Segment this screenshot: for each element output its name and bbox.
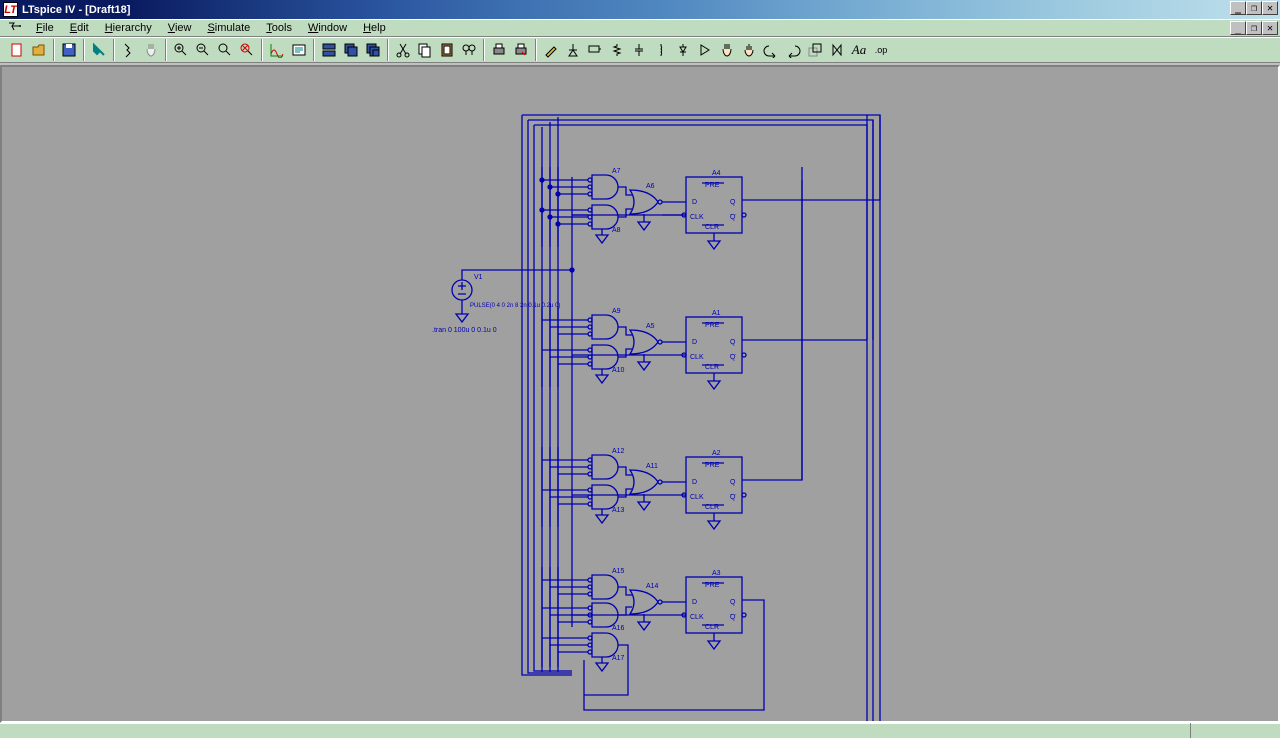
tb-op[interactable]: .op	[870, 39, 892, 61]
svg-text:A16: A16	[612, 625, 625, 632]
tb-drag[interactable]	[738, 39, 760, 61]
titlebar: LT LTspice IV - [Draft18] _ ❐ ✕	[0, 0, 1280, 19]
app-icon: LT	[3, 2, 18, 17]
svg-text:A12: A12	[612, 448, 625, 455]
tb-log[interactable]	[288, 39, 310, 61]
restore-button[interactable]: ❐	[1246, 1, 1262, 15]
tb-redo[interactable]	[782, 39, 804, 61]
menu-edit[interactable]: Edit	[64, 21, 99, 35]
tb-new[interactable]	[6, 39, 28, 61]
tb-waveform[interactable]	[266, 39, 288, 61]
tb-label[interactable]	[584, 39, 606, 61]
svg-text:Q: Q	[730, 614, 736, 621]
tb-zoom-out[interactable]	[192, 39, 214, 61]
svg-text:A7: A7	[612, 168, 621, 175]
tb-zoom-in[interactable]	[170, 39, 192, 61]
menu-file[interactable]: File	[30, 21, 64, 35]
tb-inductor[interactable]	[650, 39, 672, 61]
tb-run[interactable]	[118, 39, 140, 61]
svg-text:A4: A4	[712, 170, 721, 177]
tb-zoom-area[interactable]	[236, 39, 258, 61]
tb-ground[interactable]	[562, 39, 584, 61]
svg-text:Q: Q	[730, 599, 736, 606]
svg-text:CLK: CLK	[690, 354, 704, 361]
svg-text:A5: A5	[646, 323, 655, 330]
svg-text:CLK: CLK	[690, 214, 704, 221]
window-controls: _ ❐ ✕	[1230, 1, 1278, 15]
tb-cut[interactable]	[392, 39, 414, 61]
svg-text:A11: A11	[646, 463, 658, 470]
svg-text:A9: A9	[612, 308, 621, 315]
svg-text:A13: A13	[612, 507, 625, 514]
window-title: LTspice IV - [Draft18]	[22, 4, 130, 16]
mdi-close-button[interactable]: ✕	[1262, 21, 1278, 35]
statusbar	[0, 723, 1280, 738]
svg-text:A10: A10	[612, 367, 625, 374]
mdi-controls: _ ❐ ✕	[1230, 21, 1278, 35]
voltage-source[interactable]: V1 PULSE(0 4 0 2n 8 2n 0.1u 0.2u 0)	[452, 274, 560, 309]
menu-help[interactable]: Help	[357, 21, 396, 35]
tb-rotate[interactable]	[804, 39, 826, 61]
menu-view[interactable]: View	[162, 21, 202, 35]
svg-text:A14: A14	[646, 583, 659, 590]
tb-diode[interactable]	[672, 39, 694, 61]
mdi-minimize-button[interactable]: _	[1230, 21, 1246, 35]
svg-text:Q: Q	[730, 354, 736, 361]
svg-text:Q: Q	[730, 339, 736, 346]
tb-print-setup[interactable]	[510, 39, 532, 61]
tb-undo[interactable]	[760, 39, 782, 61]
tb-cap[interactable]	[628, 39, 650, 61]
tb-pan[interactable]	[140, 39, 162, 61]
svg-text:A1: A1	[712, 310, 721, 317]
svg-text:A8: A8	[612, 227, 621, 234]
tb-cascade[interactable]	[340, 39, 362, 61]
minimize-button[interactable]: _	[1230, 1, 1246, 15]
tb-copy[interactable]	[414, 39, 436, 61]
tb-resistor[interactable]	[606, 39, 628, 61]
schematic-canvas[interactable]: V1 PULSE(0 4 0 2n 8 2n 0.1u 0.2u 0) .tra…	[0, 65, 1280, 723]
menu-simulate[interactable]: Simulate	[201, 21, 260, 35]
tb-mirror[interactable]	[826, 39, 848, 61]
tb-open[interactable]	[28, 39, 50, 61]
tb-tile[interactable]	[318, 39, 340, 61]
tb-closeall[interactable]	[362, 39, 384, 61]
close-button[interactable]: ✕	[1262, 1, 1278, 15]
tran-directive[interactable]: .tran 0 100u 0 0.1u 0	[432, 327, 497, 334]
svg-text:D: D	[692, 199, 697, 206]
tb-save[interactable]	[58, 39, 80, 61]
tb-hammer[interactable]	[88, 39, 110, 61]
menu-tools[interactable]: Tools	[260, 21, 302, 35]
svg-text:CLK: CLK	[690, 494, 704, 501]
tb-draw[interactable]	[540, 39, 562, 61]
svg-text:A17: A17	[612, 655, 625, 662]
tb-component[interactable]	[694, 39, 716, 61]
tb-print[interactable]	[488, 39, 510, 61]
mdi-restore-button[interactable]: ❐	[1246, 21, 1262, 35]
tb-paste[interactable]	[436, 39, 458, 61]
svg-text:CLK: CLK	[690, 614, 704, 621]
svg-text:Q: Q	[730, 214, 736, 221]
svg-text:Q: Q	[730, 494, 736, 501]
tb-text[interactable]: Aa	[848, 39, 870, 61]
svg-text:D: D	[692, 479, 697, 486]
svg-text:PULSE(0 4 0 2n 8 2n 0.1u 0.2u: PULSE(0 4 0 2n 8 2n 0.1u 0.2u 0)	[470, 303, 560, 309]
tb-zoom-fit[interactable]	[214, 39, 236, 61]
svg-text:Q: Q	[730, 199, 736, 206]
svg-text:D: D	[692, 339, 697, 346]
toolbar: Aa .op	[0, 37, 1280, 63]
menubar: File Edit Hierarchy View Simulate Tools …	[0, 19, 1280, 37]
svg-text:V1: V1	[474, 274, 483, 281]
svg-text:A3: A3	[712, 570, 721, 577]
svg-text:A15: A15	[612, 568, 625, 575]
tb-move[interactable]	[716, 39, 738, 61]
svg-text:Q: Q	[730, 479, 736, 486]
svg-text:A2: A2	[712, 450, 721, 457]
menu-hierarchy[interactable]: Hierarchy	[99, 21, 162, 35]
status-grip	[1190, 723, 1280, 738]
doc-icon[interactable]	[6, 21, 24, 35]
tb-find[interactable]	[458, 39, 480, 61]
svg-text:A6: A6	[646, 183, 655, 190]
svg-text:D: D	[692, 599, 697, 606]
menu-window[interactable]: Window	[302, 21, 357, 35]
